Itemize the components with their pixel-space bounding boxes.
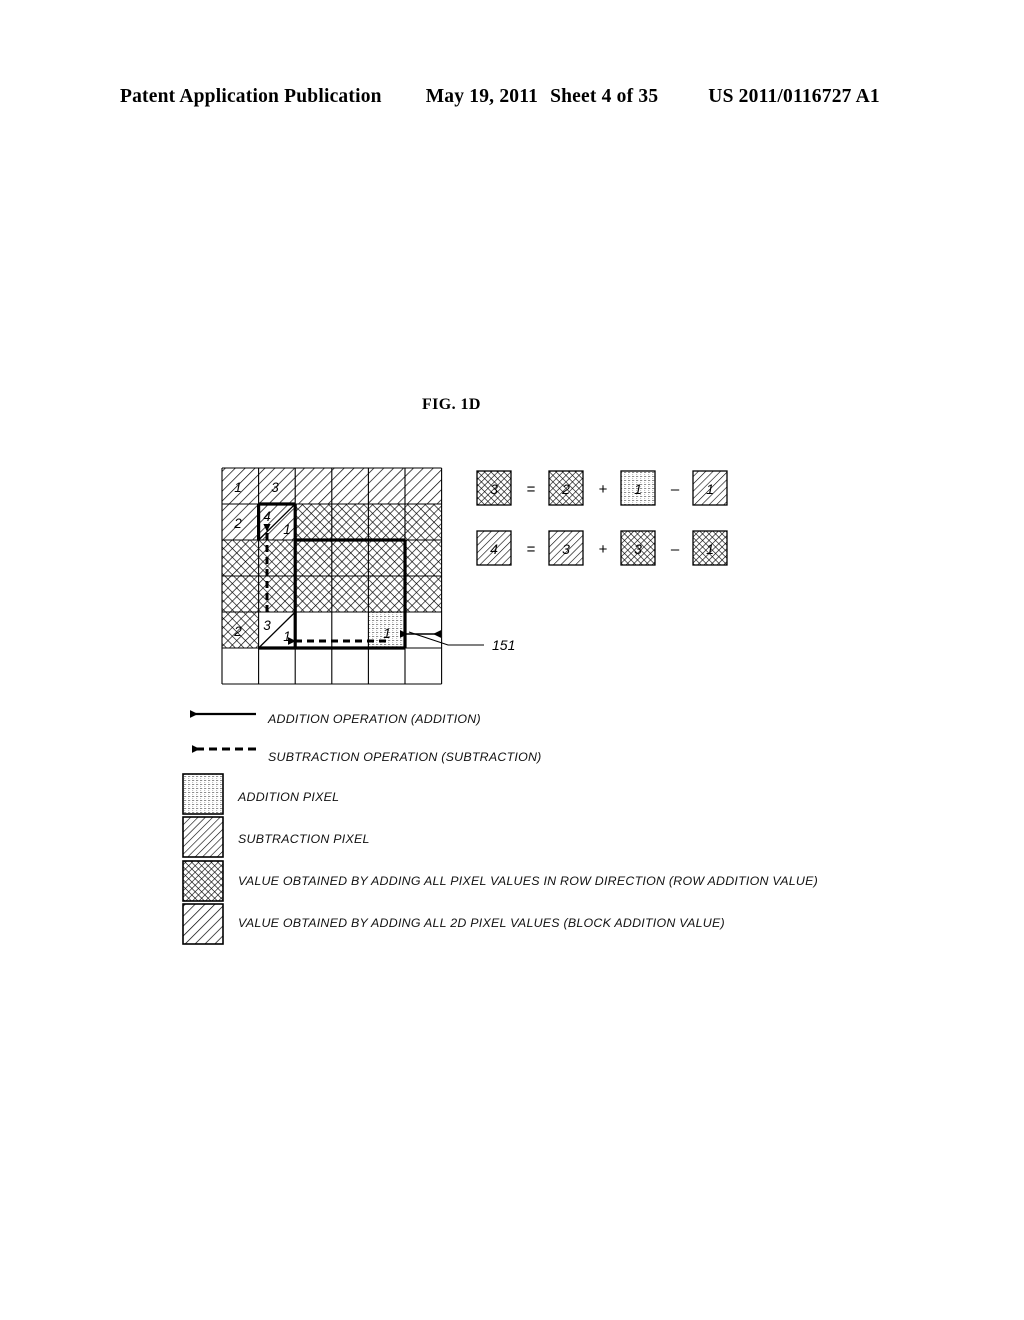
legend-label: SUBTRACTION PIXEL	[238, 832, 370, 846]
figure-title: FIG. 1D	[422, 396, 481, 413]
legend-item-addition-pixel: ADDITION PIXEL	[182, 776, 902, 818]
legend-item-row-addition-value: VALUE OBTAINED BY ADDING ALL PIXEL VALUE…	[182, 860, 902, 902]
svg-text:4: 4	[263, 509, 271, 524]
svg-text:+: +	[599, 481, 608, 498]
diagonal-swatch-icon	[182, 818, 238, 860]
svg-text:3: 3	[263, 618, 271, 633]
legend-label: VALUE OBTAINED BY ADDING ALL PIXEL VALUE…	[238, 874, 818, 888]
reference-number-151: 151	[492, 637, 515, 653]
svg-text:=: =	[527, 541, 536, 558]
equation-row-2: 4 = 3 + 3 – 1	[476, 530, 728, 566]
legend-label: ADDITION PIXEL	[238, 790, 340, 804]
svg-text:3: 3	[490, 481, 498, 497]
diagonal-wide-swatch-icon	[182, 902, 238, 944]
svg-text:=: =	[527, 481, 536, 498]
legend-item-subtraction-pixel: SUBTRACTION PIXEL	[182, 818, 902, 860]
svg-text:1: 1	[383, 626, 391, 641]
svg-text:4: 4	[490, 541, 498, 557]
svg-text:1: 1	[283, 522, 291, 537]
reference-leader-151	[408, 630, 484, 646]
pixel-grid	[221, 467, 443, 685]
svg-text:1: 1	[706, 541, 714, 557]
svg-text:–: –	[671, 541, 680, 558]
equation-row-1: 3 = 2 + 1 – 1	[476, 470, 728, 506]
pixel-values: 1 3 2 4 1 2 3 1 1	[233, 480, 391, 644]
legend-label: ADDITION OPERATION (ADDITION)	[268, 712, 481, 726]
svg-text:+: +	[599, 541, 608, 558]
svg-text:2: 2	[233, 516, 242, 531]
figure-1d-drawing: 1 3 2 4 1 2 3 1 1 151 3 = 2 + 1 – 1 4 = …	[182, 467, 728, 945]
solid-arrow-icon	[182, 700, 268, 738]
legend-item-block-addition-value: VALUE OBTAINED BY ADDING ALL 2D PIXEL VA…	[182, 902, 902, 944]
patent-number: US 2011/0116727 A1	[708, 86, 880, 107]
publication-title: Patent Application Publication	[120, 86, 382, 107]
publication-date: May 19, 2011	[425, 86, 539, 107]
legend-label: SUBTRACTION OPERATION (SUBTRACTION)	[268, 750, 542, 764]
svg-text:2: 2	[233, 624, 242, 639]
crosshatch-swatch-icon	[182, 860, 238, 902]
svg-text:3: 3	[634, 541, 642, 557]
page-header: Patent Application Publication May 19, 2…	[120, 86, 904, 108]
legend-item-addition-operation: ADDITION OPERATION (ADDITION)	[182, 700, 902, 738]
svg-text:1: 1	[234, 480, 242, 495]
legend-label: VALUE OBTAINED BY ADDING ALL 2D PIXEL VA…	[238, 916, 725, 930]
svg-text:1: 1	[706, 481, 714, 497]
svg-text:3: 3	[562, 541, 570, 557]
svg-text:3: 3	[271, 480, 279, 495]
legend: ADDITION OPERATION (ADDITION) SUBTRACTIO…	[182, 700, 902, 944]
svg-text:1: 1	[283, 629, 291, 644]
selected-block-outline	[257, 502, 407, 650]
sheet-number: Sheet 4 of 35	[550, 86, 659, 107]
svg-text:2: 2	[561, 481, 570, 497]
svg-text:1: 1	[634, 481, 642, 497]
svg-text:–: –	[671, 481, 680, 498]
dots-swatch-icon	[182, 776, 238, 818]
dashed-arrow-icon	[182, 738, 268, 776]
legend-item-subtraction-operation: SUBTRACTION OPERATION (SUBTRACTION)	[182, 738, 902, 776]
